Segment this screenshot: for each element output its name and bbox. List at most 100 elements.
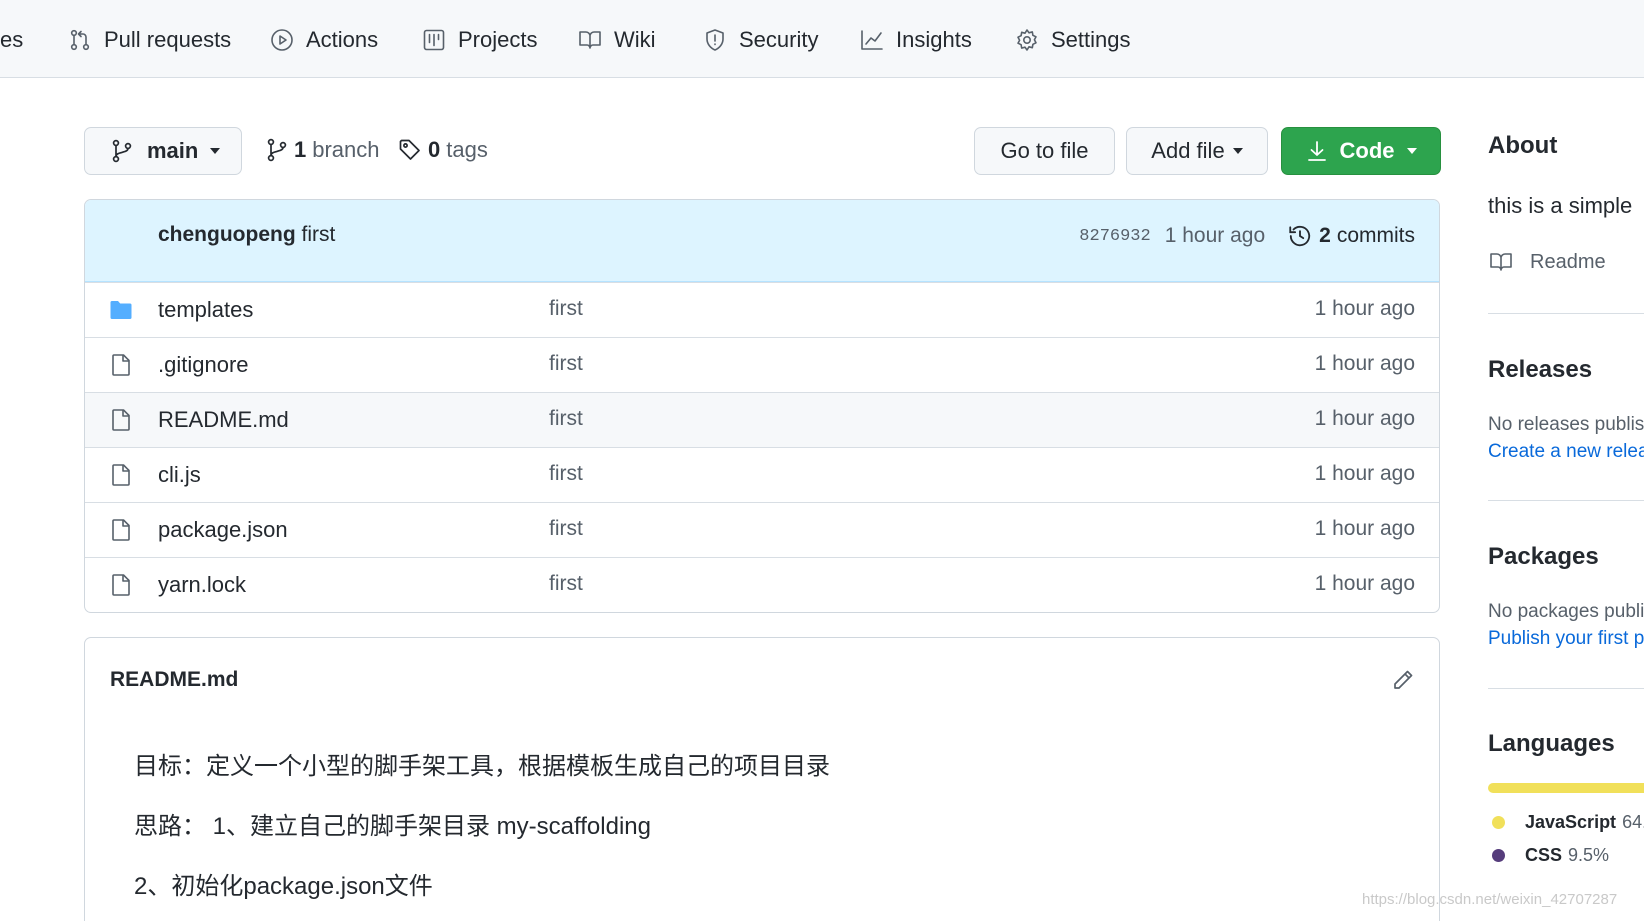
commit-sha[interactable]: 8276932 (1079, 227, 1150, 246)
tab-label: Insights (896, 27, 972, 52)
file-icon (112, 354, 130, 376)
publish-package-link[interactable]: Publish your first pa (1488, 628, 1644, 650)
readme-panel: README.md 目标：定义一个小型的脚手架工具，根据模板生成自己的项目目录 … (84, 637, 1440, 921)
chevron-down-icon (1232, 148, 1243, 154)
file-icon (112, 409, 130, 431)
tab-pull-requests[interactable]: Pull requests (68, 22, 231, 58)
file-name[interactable]: package.json (158, 517, 288, 543)
language-name: CSS (1525, 844, 1563, 865)
tag-icon (399, 139, 420, 160)
readme-line: 目标：定义一个小型的脚手架工具，根据模板生成自己的项目目录 (134, 753, 830, 780)
commits-link[interactable]: 2 commits (1287, 223, 1415, 249)
file-row[interactable]: README.md first 1 hour ago (85, 392, 1439, 447)
pencil-icon[interactable] (1391, 668, 1415, 692)
shield-icon (706, 29, 724, 51)
divider (1488, 688, 1644, 689)
file-icon (112, 464, 130, 486)
branch-select-button[interactable]: main (84, 127, 242, 175)
file-name[interactable]: templates (158, 297, 253, 323)
tab-label: Wiki (614, 27, 656, 52)
branch-label: branch (312, 137, 380, 162)
history-icon (1289, 225, 1311, 247)
languages-heading: Languages (1488, 730, 1615, 757)
file-name[interactable]: README.md (158, 407, 289, 433)
tab-projects[interactable]: Projects (422, 22, 537, 58)
readme-link-label: Readme (1530, 250, 1606, 273)
language-bar (1488, 783, 1644, 793)
readme-title[interactable]: README.md (110, 668, 238, 692)
play-icon (271, 29, 293, 51)
gear-icon (1017, 29, 1037, 51)
file-table: chenguopeng first 8276932 1 hour ago 2 c… (84, 199, 1440, 613)
file-age: 1 hour ago (1314, 517, 1415, 540)
language-name: JavaScript (1525, 811, 1617, 832)
branch-count: 1 (294, 137, 307, 162)
language-color-dot (1492, 815, 1505, 829)
language-item[interactable]: JavaScript 64.3 (1492, 810, 1644, 834)
add-file-button[interactable]: Add file (1126, 127, 1268, 175)
tab-settings[interactable]: Settings (1015, 22, 1131, 58)
book-icon (1490, 253, 1512, 271)
file-row[interactable]: yarn.lock first 1 hour ago (85, 557, 1439, 612)
tab-label: Security (739, 27, 819, 52)
releases-heading[interactable]: Releases (1488, 356, 1592, 384)
file-row[interactable]: package.json first 1 hour ago (85, 502, 1439, 557)
file-commit-message[interactable]: first (549, 517, 583, 541)
file-name[interactable]: cli.js (158, 462, 201, 488)
readme-link[interactable]: Readme (1488, 250, 1606, 274)
git-branch-icon (267, 138, 287, 162)
tab-issues-partial[interactable]: es (0, 22, 23, 58)
graph-icon (861, 30, 883, 50)
tags-link[interactable]: 0 tags (398, 132, 488, 168)
file-row[interactable]: templates first 1 hour ago (85, 282, 1439, 337)
go-to-file-button[interactable]: Go to file (974, 127, 1115, 175)
code-label: Code (1339, 138, 1395, 163)
file-commit-message[interactable]: first (549, 462, 583, 486)
create-release-link[interactable]: Create a new releas (1488, 441, 1644, 463)
about-heading: About (1488, 132, 1558, 159)
tab-label: Pull requests (104, 27, 232, 52)
tab-wiki[interactable]: Wiki (578, 22, 656, 58)
readme-line: 2、初始化package.json文件 (134, 873, 433, 900)
file-commit-message[interactable]: first (549, 352, 583, 376)
go-to-file-label: Go to file (1000, 138, 1089, 163)
tag-label: tags (446, 137, 488, 162)
tab-insights[interactable]: Insights (860, 22, 972, 58)
file-row[interactable]: cli.js first 1 hour ago (85, 447, 1439, 502)
packages-heading[interactable]: Packages (1488, 543, 1599, 571)
tab-label: Actions (306, 27, 379, 52)
branch-name: main (147, 138, 199, 163)
file-age: 1 hour ago (1314, 407, 1415, 430)
book-icon (579, 31, 601, 49)
file-name[interactable]: yarn.lock (158, 572, 246, 598)
folder-icon (110, 301, 132, 319)
commit-author[interactable]: chenguopeng (158, 223, 296, 246)
about-description: this is a simple (1488, 193, 1633, 218)
add-file-label: Add file (1151, 138, 1225, 163)
tab-label: Projects (458, 27, 538, 52)
language-item[interactable]: CSS 9.5% (1492, 843, 1609, 867)
commit-message[interactable]: first (302, 223, 336, 246)
file-name[interactable]: .gitignore (158, 352, 249, 378)
file-icon (112, 519, 130, 541)
language-percent: 64.3 (1622, 811, 1644, 832)
tab-actions[interactable]: Actions (270, 22, 378, 58)
chevron-down-icon (1406, 148, 1417, 154)
git-branch-icon (112, 139, 132, 163)
commit-count: 2 (1319, 224, 1331, 247)
tab-label: es (0, 27, 24, 52)
file-commit-message[interactable]: first (549, 297, 583, 321)
git-pull-request-icon (70, 29, 90, 51)
file-commit-message[interactable]: first (549, 407, 583, 431)
file-row[interactable]: .gitignore first 1 hour ago (85, 337, 1439, 392)
branches-link[interactable]: 1 branch (266, 132, 380, 168)
file-commit-message[interactable]: first (549, 572, 583, 596)
commit-meta: 8276932 1 hour ago 2 commits (1079, 223, 1415, 249)
language-percent: 9.5% (1568, 844, 1610, 865)
tab-security[interactable]: Security (703, 22, 818, 58)
commit-label: commits (1336, 224, 1415, 247)
file-icon (112, 574, 130, 596)
code-button[interactable]: Code (1281, 127, 1441, 175)
language-color-dot (1492, 848, 1505, 862)
chevron-down-icon (210, 148, 221, 154)
